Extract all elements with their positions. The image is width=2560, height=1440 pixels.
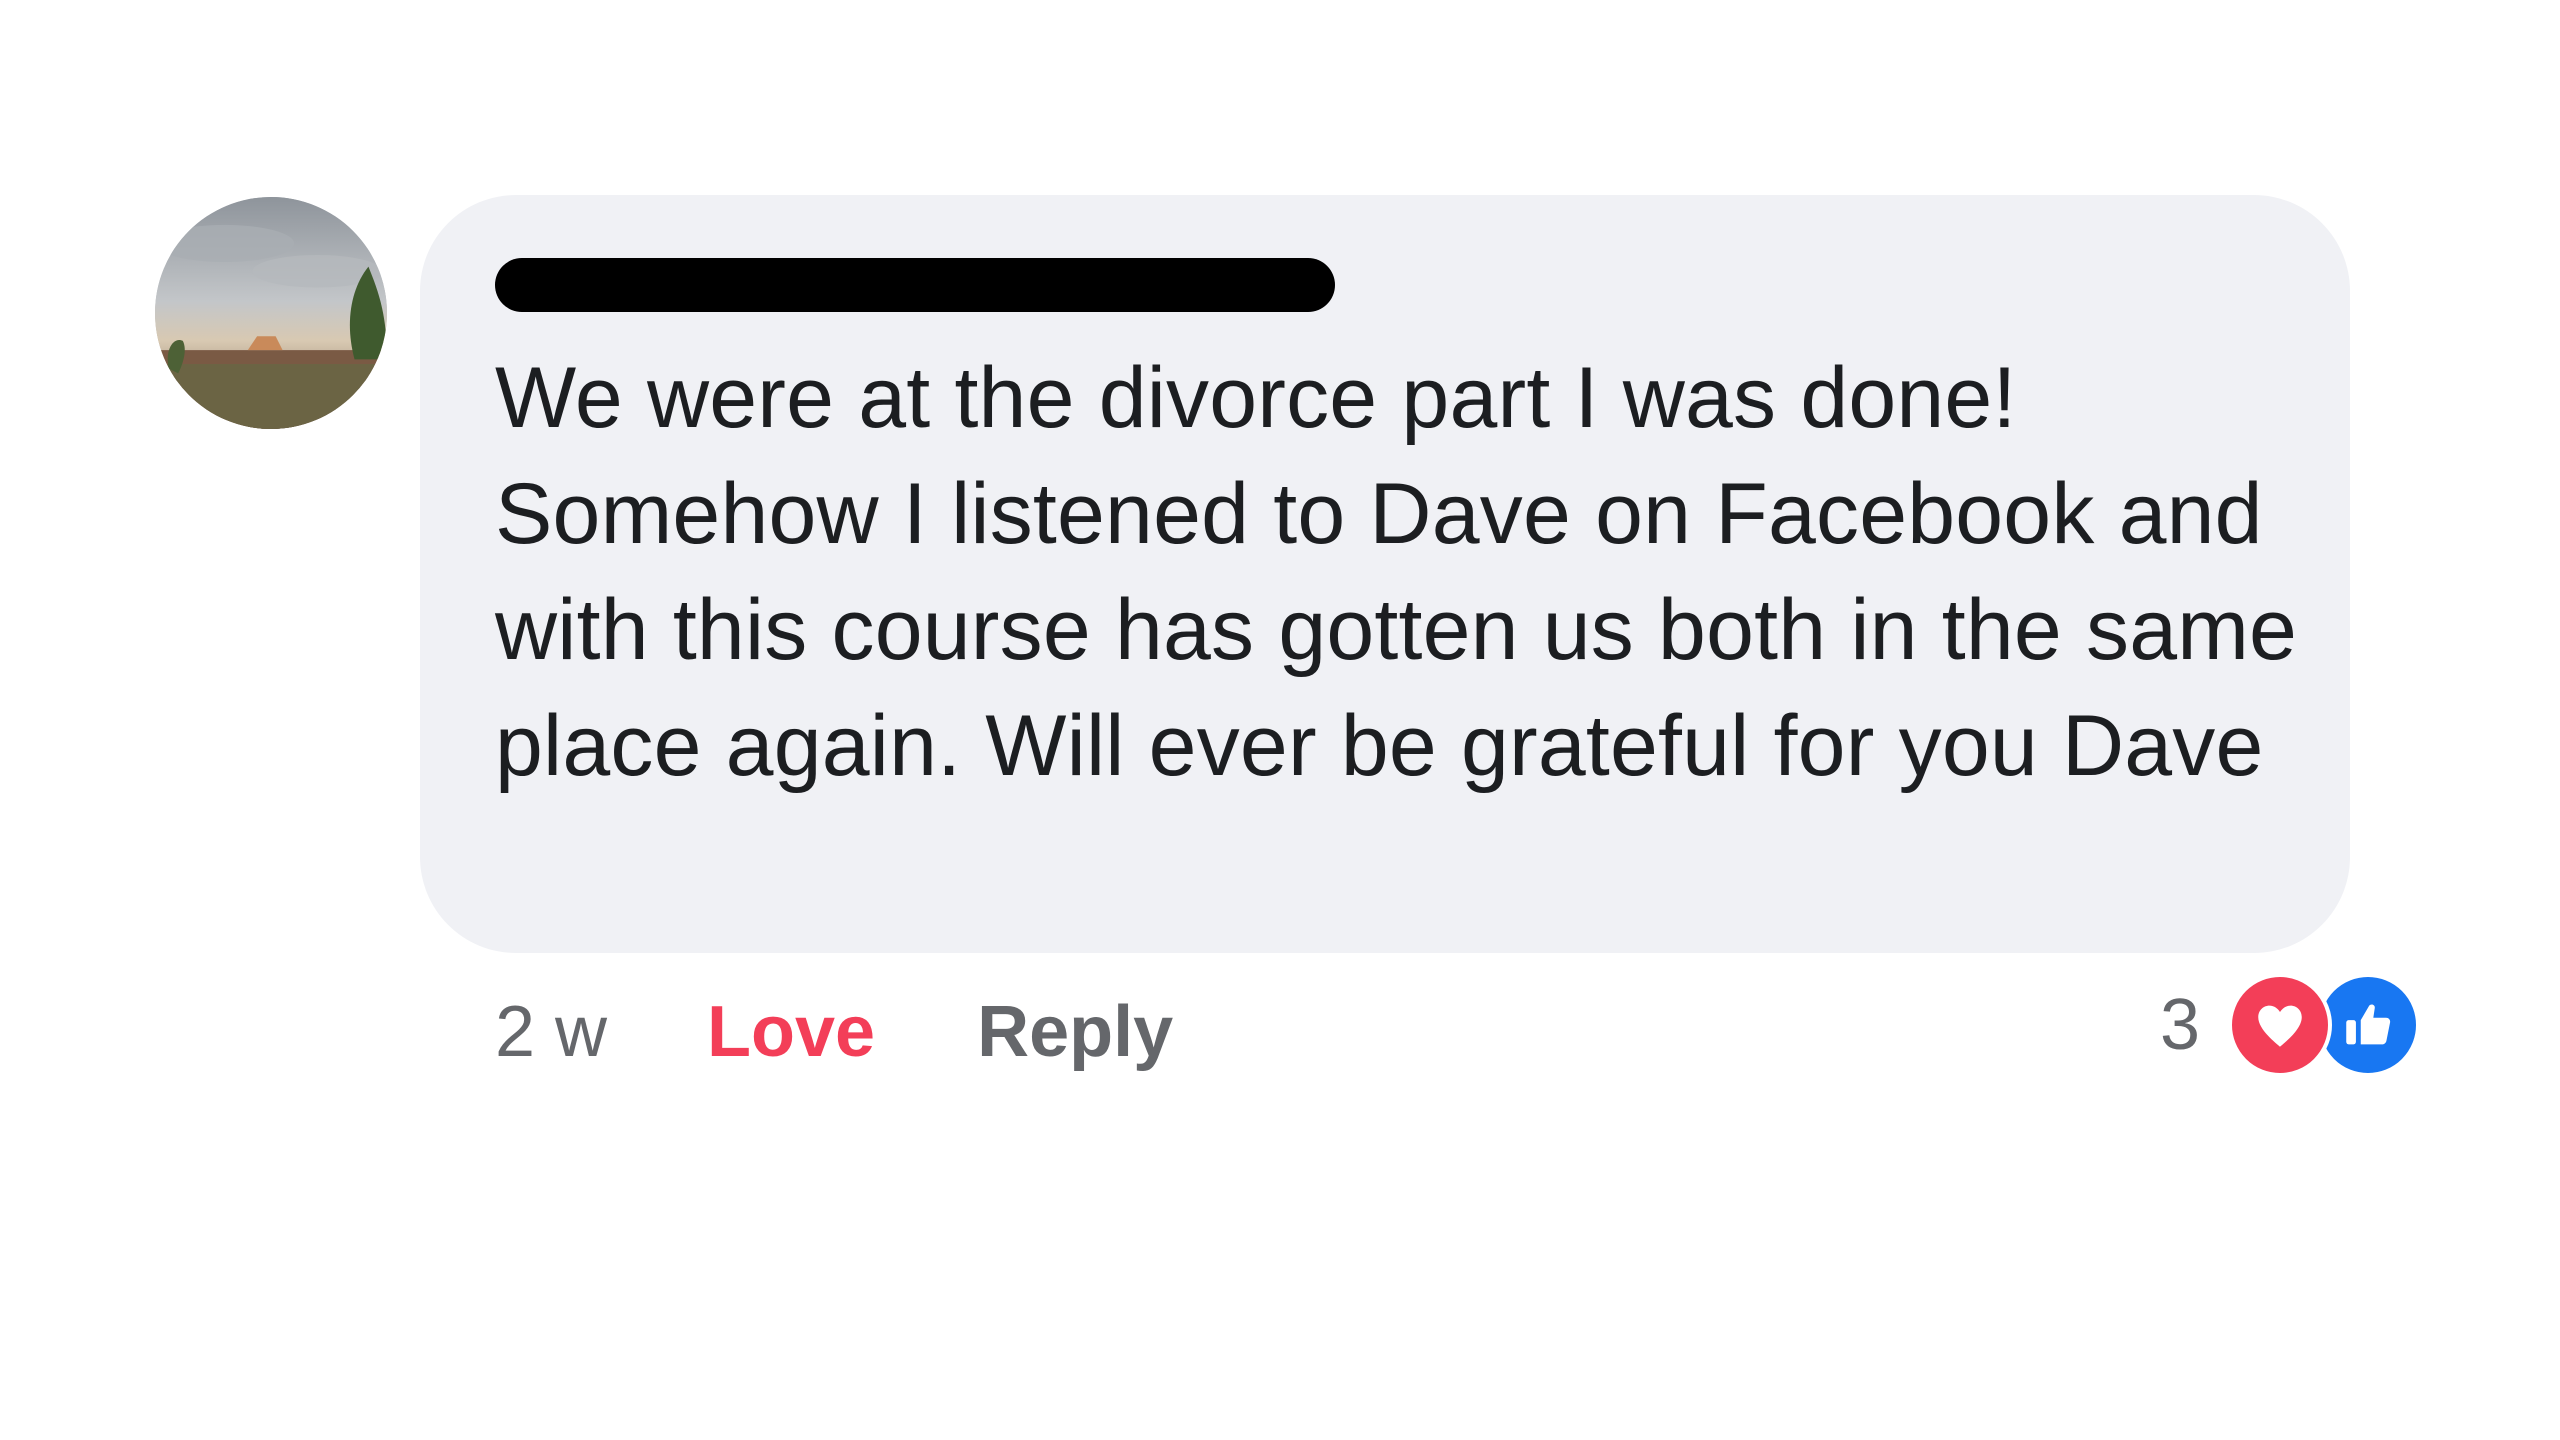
reply-button[interactable]: Reply: [977, 991, 1173, 1073]
comment-timestamp[interactable]: 2 w: [495, 991, 607, 1073]
love-button[interactable]: Love: [707, 991, 875, 1073]
heart-icon: [2228, 973, 2333, 1077]
comment-author-name-redacted[interactable]: [495, 258, 1335, 312]
reaction-count[interactable]: 3: [2160, 984, 2200, 1066]
avatar[interactable]: [155, 197, 387, 429]
comment-actions: 2 w Love Reply: [495, 982, 1173, 1082]
comment-text: We were at the divorce part I was done! …: [495, 350, 2298, 794]
reaction-summary[interactable]: 3: [2160, 973, 2421, 1077]
